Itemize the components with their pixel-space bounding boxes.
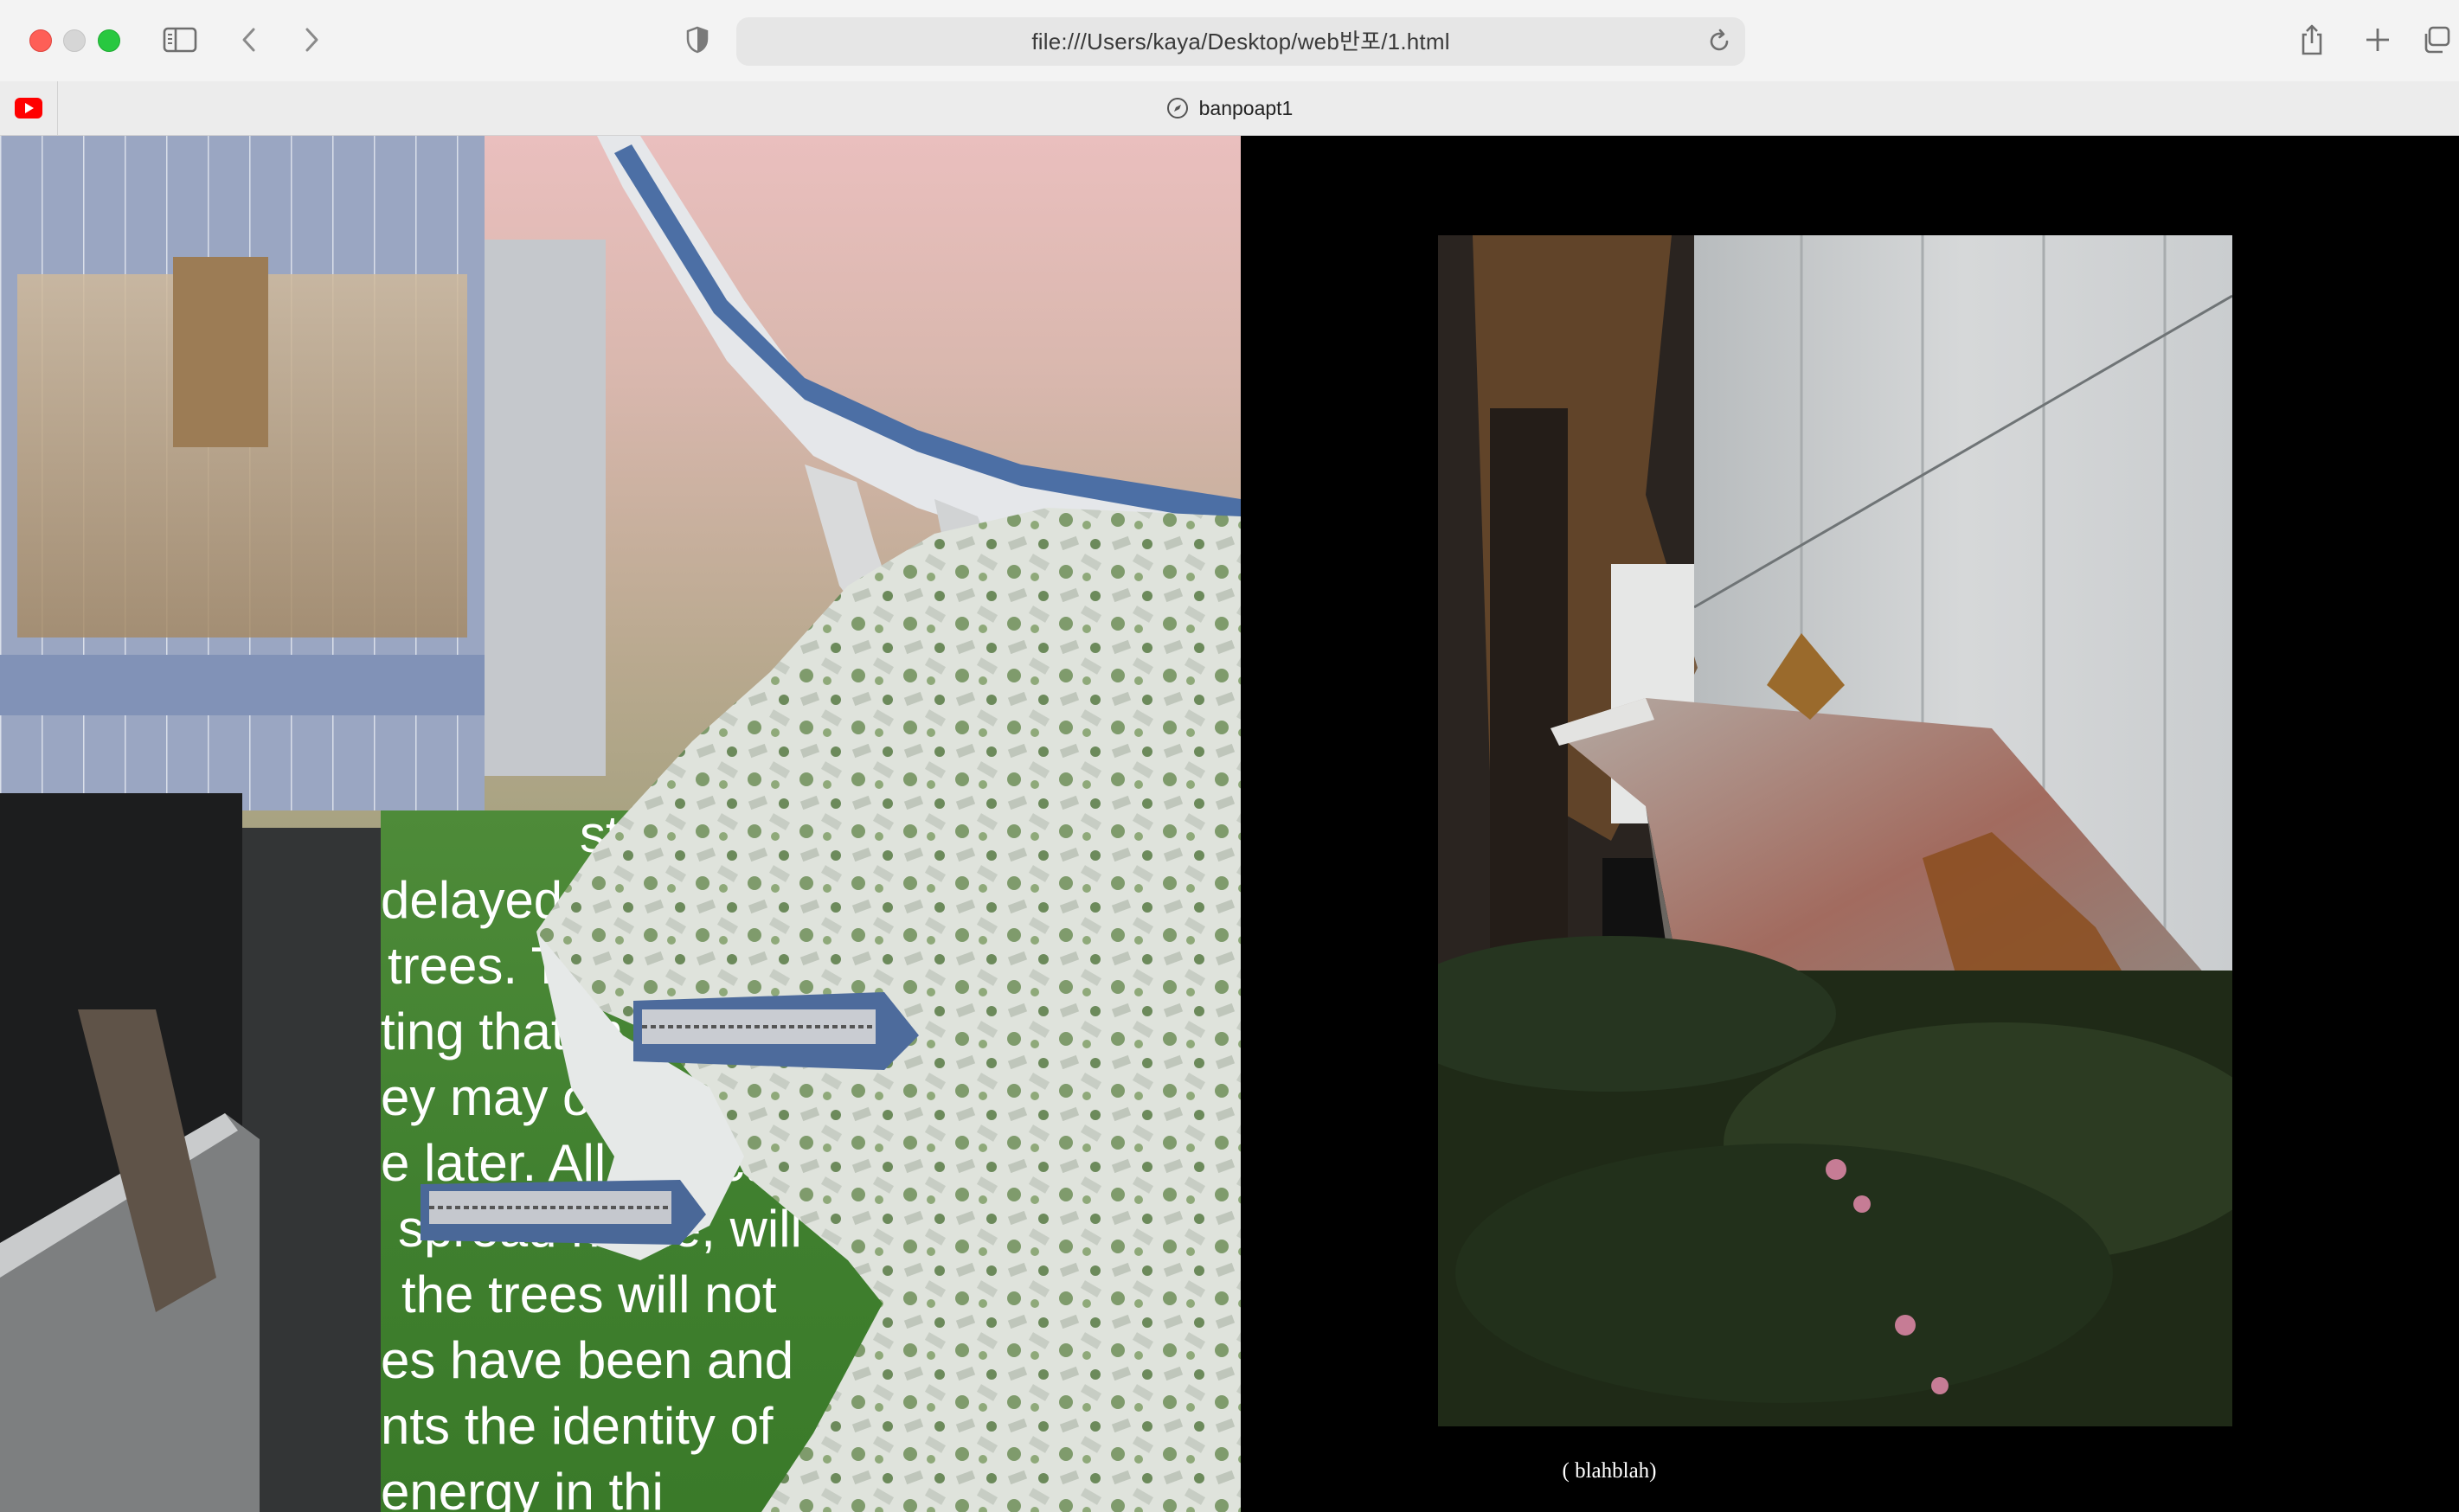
- tab-overview-button[interactable]: [2417, 21, 2456, 59]
- active-tab[interactable]: banpoapt1: [0, 81, 2459, 135]
- tab-bar: banpoapt1: [0, 81, 2459, 136]
- window-minimize-button[interactable]: [63, 29, 86, 52]
- train-cutout: [421, 1180, 706, 1245]
- privacy-report-button[interactable]: [678, 21, 716, 59]
- youtube-icon: [15, 98, 42, 119]
- url-text[interactable]: file:///Users/kaya/Desktop/web반포/1.html: [736, 17, 1745, 66]
- train-cutout: [633, 992, 919, 1070]
- page-content: struction delayed u trees. The ting that…: [0, 136, 2459, 1512]
- photograph-concrete-slab: [1438, 235, 2232, 1426]
- reload-icon[interactable]: [1705, 28, 1733, 55]
- compass-icon: [1166, 98, 1188, 119]
- back-button[interactable]: [232, 21, 266, 59]
- tab-title: banpoapt1: [1198, 96, 1294, 119]
- forward-button[interactable]: [294, 21, 329, 59]
- shield-icon: [686, 26, 709, 54]
- window-zoom-button[interactable]: [98, 29, 120, 52]
- share-button[interactable]: [2293, 21, 2331, 59]
- photo-caption: ( blahblah): [1562, 1459, 1657, 1483]
- share-icon: [2302, 24, 2322, 55]
- sidebar-toggle-button[interactable]: [161, 21, 199, 59]
- new-tab-button[interactable]: [2359, 21, 2397, 59]
- browser-toolbar: file:///Users/kaya/Desktop/web반포/1.html: [0, 0, 2459, 81]
- pinned-tab-youtube[interactable]: [0, 81, 58, 135]
- collage-artwork: struction delayed u trees. The ting that…: [0, 136, 1241, 1512]
- tab-overview-icon: [2424, 26, 2450, 54]
- sidebar-icon: [163, 27, 197, 53]
- address-bar[interactable]: file:///Users/kaya/Desktop/web반포/1.html: [736, 17, 1745, 66]
- building-cutout: [0, 136, 606, 1512]
- chevron-left-icon: [242, 28, 255, 52]
- chevron-right-icon: [305, 28, 318, 52]
- plus-icon: [2366, 29, 2389, 51]
- window-close-button[interactable]: [29, 29, 52, 52]
